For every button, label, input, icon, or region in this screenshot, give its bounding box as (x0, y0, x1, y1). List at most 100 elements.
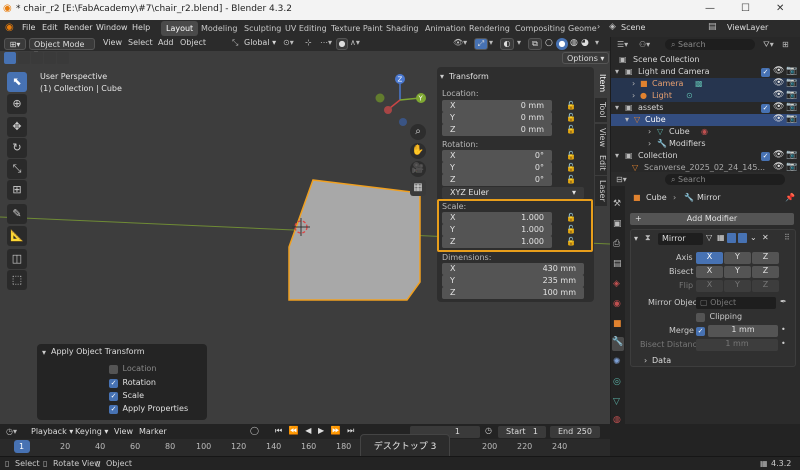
xray-icon[interactable]: ⧉ (528, 38, 542, 50)
expand-icon[interactable]: › (648, 139, 651, 148)
render-camera-icon[interactable]: 📷 (786, 162, 797, 172)
chevron-right-icon[interactable]: › (597, 22, 600, 31)
render-camera-icon[interactable]: 📷 (786, 114, 797, 124)
outliner-search-input[interactable]: ⌕ Search (665, 39, 755, 50)
properties-search-input[interactable]: ⌕ Search (665, 174, 785, 185)
collapse-arrow-icon[interactable]: ▾ (440, 72, 444, 81)
zoom-icon[interactable]: ⌕ (410, 124, 426, 140)
bisect-distance-field[interactable]: 1 mm (696, 339, 778, 351)
menu-render[interactable]: Render (64, 23, 92, 32)
playback-controls[interactable]: ⏮ ⏪ ◀ ▶ ⏩ ⏭ (275, 426, 356, 436)
lock-icon[interactable]: 🔓 (566, 151, 576, 160)
rotate-tool-icon[interactable]: ↻ (7, 138, 27, 158)
drag-handle-icon[interactable]: ⠿ (784, 233, 790, 242)
rotation-mode-dropdown[interactable]: XYZ Euler ▾ (442, 187, 584, 199)
close-icon[interactable]: ✕ (776, 3, 784, 14)
collapse-arrow-icon[interactable]: ▾ (42, 348, 46, 357)
menu-window[interactable]: Window (96, 23, 128, 32)
visibility-icon[interactable]: 👁▾ (453, 38, 467, 47)
keyframe-dot-icon[interactable]: • (781, 325, 786, 334)
select-intersect-icon[interactable] (57, 52, 69, 64)
maximize-icon[interactable]: ☐ (741, 3, 750, 14)
flip-x-toggle[interactable]: X (696, 280, 723, 292)
modifier-name-field[interactable]: Mirror (658, 233, 703, 245)
tab-uv-editing[interactable]: UV Editing (280, 21, 332, 36)
keyframe-dot-icon[interactable]: • (781, 339, 786, 348)
checkbox[interactable]: ✓ (109, 392, 118, 401)
dimensions-z-field[interactable]: Z 100 mm (442, 287, 584, 299)
menu-view[interactable]: View (103, 38, 122, 47)
location-y-field[interactable]: Y0 mm (442, 112, 552, 124)
menu-view[interactable]: View (114, 427, 133, 436)
outliner-row-cube-mesh[interactable]: › ▽ Cube ◉ (611, 126, 800, 138)
object-tab-icon[interactable]: ■ (613, 319, 622, 329)
outliner-row-camera[interactable]: › ■ Camera ▩ 👁 📷 (611, 78, 800, 90)
scale-tool-icon[interactable]: ⤡ (7, 159, 27, 179)
menu-file[interactable]: File (22, 23, 35, 32)
view-layer-tab-icon[interactable]: ▤ (613, 259, 622, 269)
checkbox[interactable]: ✓ (109, 379, 118, 388)
visibility-eye-icon[interactable]: 👁 (773, 162, 784, 172)
camera-view-icon[interactable]: 🎥 (410, 161, 426, 177)
menu-help[interactable]: Help (132, 23, 150, 32)
tab-tool[interactable]: Tool (595, 98, 607, 122)
filter-icon[interactable]: ⛛▾ (763, 40, 774, 50)
outliner-row-assets[interactable]: ▾ ▣ assets ✓ 👁 📷 (611, 102, 800, 114)
options-button[interactable]: Options ▾ (562, 52, 610, 64)
lock-icon[interactable]: 🔓 (566, 125, 576, 134)
render-camera-icon[interactable]: 📷 (786, 78, 797, 88)
add-modifier-button[interactable]: + Add Modifier (630, 213, 794, 225)
tab-compositing[interactable]: Compositing (510, 21, 570, 36)
world-tab-icon[interactable]: ◉ (613, 299, 621, 309)
tab-modeling[interactable]: Modeling (196, 21, 242, 36)
add-object-tool-icon[interactable]: ⬚ (7, 270, 27, 290)
menu-object[interactable]: Object (180, 38, 206, 47)
tab-texture-paint[interactable]: Texture Paint (326, 21, 388, 36)
expand-icon[interactable]: ▾ (615, 151, 619, 160)
visibility-eye-icon[interactable]: 👁 (773, 102, 784, 112)
option-rotation[interactable]: ✓ Rotation (109, 378, 156, 388)
snap-target-icon[interactable]: ⋯▾ (320, 38, 332, 47)
render-tab-icon[interactable]: ▣ (613, 219, 622, 229)
data-tab-icon[interactable]: ▽ (613, 397, 620, 407)
render-camera-icon[interactable]: 📷 (786, 90, 797, 100)
overlay-toggle-icon[interactable]: ◐ (500, 38, 514, 50)
outliner-row-light-and-camera[interactable]: ▾ ▣ Light and Camera ✓ 👁 📷 (611, 66, 800, 78)
snap-icon[interactable]: ⊹ (305, 38, 312, 47)
bisect-y-toggle[interactable]: Y (724, 266, 751, 278)
proportional-edit-icon[interactable]: ● (336, 38, 348, 50)
gizmo-toggle-icon[interactable]: ⤢ (474, 38, 488, 50)
modifier-dropdown-icon[interactable]: ⌄ (750, 233, 757, 242)
blender-menu-icon[interactable]: ◉ (5, 22, 14, 33)
properties-editor-icon[interactable]: ⊟▾ (616, 175, 627, 184)
bisect-z-toggle[interactable]: Z (752, 266, 779, 278)
select-box-icon[interactable] (4, 52, 16, 64)
menu-select[interactable]: Select (128, 38, 153, 47)
flip-y-toggle[interactable]: Y (724, 280, 751, 292)
timeline-editor-icon[interactable]: ◷▾ (6, 427, 17, 436)
merge-checkbox[interactable]: ✓ (696, 327, 705, 336)
tab-shading[interactable]: Shading (381, 21, 424, 36)
modifier-tab-icon[interactable]: 🔧 (612, 337, 624, 351)
cursor-tool-icon[interactable]: ⊕ (7, 94, 27, 114)
new-collection-icon[interactable]: ⊞ (782, 40, 789, 49)
dimensions-y-field[interactable]: Y 235 mm (442, 275, 584, 287)
editor-type-icon[interactable]: ⊞▾ (4, 38, 26, 50)
expand-icon[interactable]: › (632, 91, 635, 100)
visibility-eye-icon[interactable]: 👁 (773, 90, 784, 100)
render-camera-icon[interactable]: 📷 (786, 150, 797, 160)
select-subtract-icon[interactable] (31, 52, 43, 64)
material-shading-icon[interactable]: ◍ (570, 38, 578, 48)
outliner-row-collection[interactable]: ▾ ▣ Collection ✓ 👁 📷 (611, 150, 800, 162)
expand-icon[interactable]: › (632, 79, 635, 88)
lock-icon[interactable]: 🔓 (566, 101, 576, 110)
tab-edit[interactable]: Edit (595, 151, 607, 175)
render-camera-icon[interactable]: 📷 (786, 102, 797, 112)
mode-selector[interactable]: Object Mode ▾ (29, 38, 95, 58)
minimize-icon[interactable]: — (705, 3, 715, 14)
measure-tool-icon[interactable]: 📐 (7, 226, 27, 246)
annotate-tool-icon[interactable]: ✎ (7, 204, 27, 224)
location-z-field[interactable]: Z0 mm (442, 124, 552, 136)
render-camera-icon[interactable]: 📷 (786, 66, 797, 76)
rendered-shading-icon[interactable]: ◕ (581, 38, 589, 48)
